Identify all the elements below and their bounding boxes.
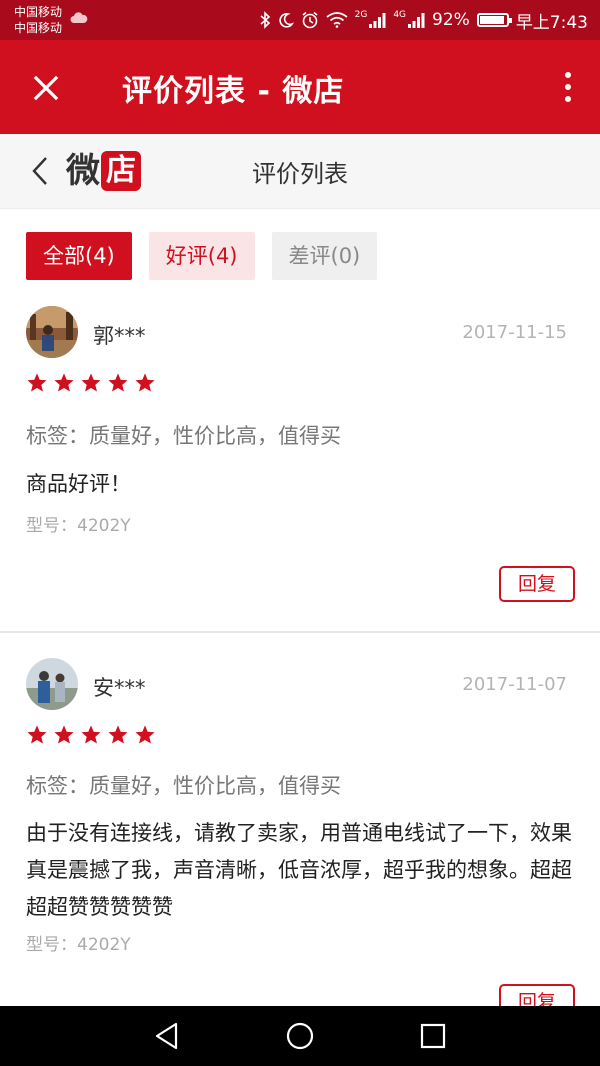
- status-icons: 2G 4G 92% 早上7:43: [259, 8, 588, 33]
- review-item: 郭*** 2017-11-15 标签：质量好，性价比高，值得买 商品好评！ 型号…: [0, 306, 600, 632]
- alarm-icon: [302, 11, 318, 29]
- filter-tabs: 全部(4) 好评(4) 差评(0): [26, 232, 378, 280]
- star-icon: [135, 373, 155, 392]
- page-title: 评价列表: [252, 160, 348, 188]
- app-bar: 评价列表 - 微店: [0, 40, 600, 134]
- review-model: 型号：4202Y: [26, 935, 131, 955]
- more-vertical-icon[interactable]: [558, 70, 578, 104]
- avatar[interactable]: [26, 658, 78, 710]
- star-icon: [81, 373, 101, 392]
- star-icon: [27, 725, 47, 744]
- home-circle-icon[interactable]: [285, 1021, 315, 1051]
- battery-percent: 92%: [432, 10, 470, 30]
- review-username: 郭***: [93, 324, 146, 348]
- review-content: 由于没有连接线，请教了卖家，用普通电线试了一下，效果真是震撼了我，声音清晰，低音…: [26, 821, 572, 919]
- star-rating: [26, 724, 156, 746]
- network-type-1: 2G: [354, 10, 368, 20]
- star-icon: [54, 725, 74, 744]
- carrier-1: 中国移动: [14, 5, 63, 19]
- clock: 早上7:43: [515, 12, 588, 33]
- star-icon: [108, 373, 128, 392]
- recents-square-icon[interactable]: [418, 1021, 448, 1051]
- moon-icon: [278, 13, 294, 28]
- bluetooth-icon: [260, 11, 270, 29]
- star-icon: [27, 373, 47, 392]
- back-triangle-icon[interactable]: [152, 1021, 182, 1051]
- tab-all[interactable]: 全部(4): [26, 232, 132, 280]
- app-title: 评价列表 - 微店: [122, 74, 345, 109]
- avatar[interactable]: [26, 306, 78, 358]
- signal-icon-2: [408, 13, 425, 28]
- review-model: 型号：4202Y: [26, 516, 131, 536]
- divider: [0, 631, 600, 633]
- star-icon: [108, 725, 128, 744]
- star-icon: [81, 725, 101, 744]
- star-rating: [26, 372, 156, 394]
- review-date: 2017-11-15: [462, 322, 567, 343]
- close-icon[interactable]: [28, 70, 64, 106]
- cloud-icon: [70, 12, 88, 23]
- carrier-2: 中国移动: [14, 21, 63, 35]
- review-item: 安*** 2017-11-07 标签：质量好，性价比高，值得买 由于没有连接线，…: [0, 658, 600, 1006]
- review-content: 商品好评！: [26, 472, 131, 496]
- review-username: 安***: [93, 676, 146, 700]
- review-date: 2017-11-07: [462, 674, 567, 695]
- reply-button[interactable]: 回复: [499, 984, 575, 1006]
- tab-bad-reviews[interactable]: 差评(0): [271, 232, 378, 280]
- reply-button[interactable]: 回复: [499, 566, 575, 602]
- star-icon: [135, 725, 155, 744]
- battery-level: [479, 16, 504, 24]
- wifi-icon: [326, 12, 348, 28]
- carrier-info: 中国移动 中国移动: [14, 4, 62, 36]
- system-nav-bar: [0, 1006, 600, 1066]
- page-header: 微 店 评价列表: [0, 134, 600, 209]
- review-tags: 标签：质量好，性价比高，值得买: [26, 424, 341, 448]
- network-type-2: 4G: [393, 10, 407, 20]
- star-icon: [54, 373, 74, 392]
- battery-icon: [476, 13, 512, 27]
- review-tags: 标签：质量好，性价比高，值得买: [26, 774, 341, 798]
- signal-icon: [369, 13, 386, 28]
- tab-good-reviews[interactable]: 好评(4): [148, 232, 255, 280]
- status-bar: 中国移动 中国移动 2G 4G 92% 早上7:43: [0, 0, 600, 40]
